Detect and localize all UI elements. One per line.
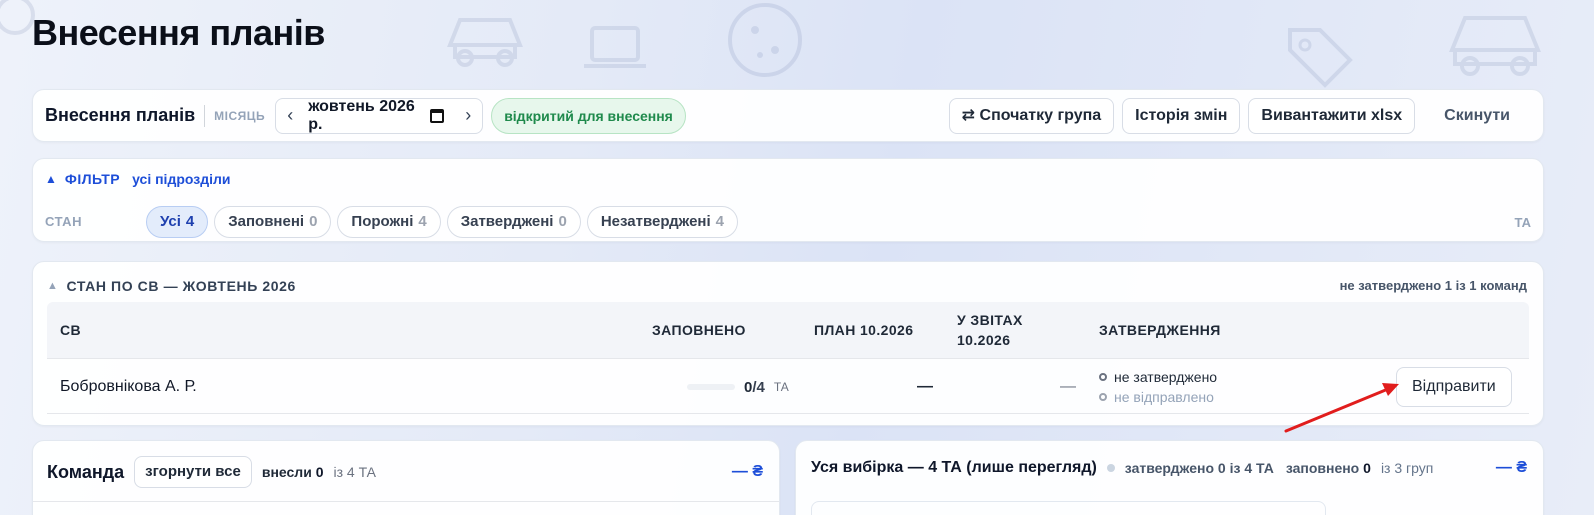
group-first-button[interactable]: ⇄ Спочатку група xyxy=(948,97,1115,134)
col-approval: ЗАТВЕРДЖЕННЯ xyxy=(1099,322,1221,338)
laptop-icon xyxy=(584,26,646,68)
chip-label: Порожні xyxy=(351,213,414,230)
approved-stat: затверджено 0 із 4 ТА xyxy=(1124,460,1274,476)
prev-month-button[interactable]: ‹ xyxy=(276,105,304,126)
page-title: Внесення планів xyxy=(32,12,325,53)
filter-scope[interactable]: усі підрозділи xyxy=(132,171,230,187)
chip-label: Усі xyxy=(160,213,181,230)
status-dot-icon xyxy=(1099,373,1107,381)
filter-header[interactable]: ▲ ФІЛЬТР усі підрозділи xyxy=(45,171,230,187)
team-title: Команда xyxy=(47,461,125,482)
state-label: СТАН xyxy=(45,214,82,229)
all-selection-sum: — ₴ xyxy=(1495,459,1527,476)
filled-label: заповнено xyxy=(1285,460,1360,476)
export-xlsx-button[interactable]: Вивантажити xlsx xyxy=(1248,97,1416,134)
col-filled: ЗАПОВНЕНО xyxy=(652,322,746,338)
team-header: Команда згорнути все внесли 0 із 4 ТА xyxy=(47,456,376,488)
state-chips: Усі 4 Заповнені 0 Порожні 4 Затверджені 0 Не… xyxy=(146,206,738,238)
collapse-triangle-icon[interactable]: ▲ xyxy=(45,172,57,186)
chip-label: Незатверджені xyxy=(600,213,711,230)
entered-stat: внесли 0 xyxy=(262,464,324,480)
col-sv: СВ xyxy=(60,322,82,338)
car-icon xyxy=(1449,16,1541,76)
collapse-all-button[interactable]: згорнути все xyxy=(134,456,252,488)
team-sum: — ₴ xyxy=(731,463,763,480)
filled-total: /4 xyxy=(752,378,765,396)
chip-unapproved[interactable]: Незатверджені 4 xyxy=(586,206,738,238)
chip-count: 4 xyxy=(185,213,195,230)
all-selection-header: Уся вибірка — 4 ТА (лише перегляд) затве… xyxy=(811,459,1433,477)
chip-label: Затверджені xyxy=(460,213,554,230)
table-header: СВ ЗАПОВНЕНО ПЛАН 10.2026 У ЗВІТАХ 10.20… xyxy=(47,302,1529,358)
filled-unit: ТА xyxy=(773,380,789,394)
send-status-text: не відправлено xyxy=(1114,389,1214,405)
col-plan: ПЛАН 10.2026 xyxy=(814,322,914,338)
month-label: МІСЯЦЬ xyxy=(214,108,266,123)
status-dot-icon xyxy=(1106,464,1115,472)
divider xyxy=(33,501,779,502)
chip-count: 0 xyxy=(558,213,567,230)
status-dot-icon xyxy=(1099,393,1107,401)
cookie-icon xyxy=(728,3,802,77)
month-input[interactable]: жовтень 2026 р. xyxy=(304,98,454,134)
send-button[interactable]: Відправити xyxy=(1396,367,1512,407)
chip-empty[interactable]: Порожні 4 xyxy=(337,206,441,238)
approval-status-text: не затверджено xyxy=(1114,369,1218,385)
month-status-badge: відкритий для внесення xyxy=(491,97,686,134)
month-value: жовтень 2026 р. xyxy=(308,97,415,133)
all-selection-title: Уся вибірка — 4 ТА (лише перегляд) xyxy=(811,459,1097,476)
filter-panel: ▲ ФІЛЬТР усі підрозділи СТАН Усі 4 Заповн… xyxy=(32,158,1544,242)
chip-count: 4 xyxy=(418,213,427,230)
groups-stat: із 3 груп xyxy=(1380,460,1434,476)
month-picker: ‹ жовтень 2026 р. › xyxy=(275,97,484,134)
toolbar-actions: ⇄ Спочатку група Історія змін Вивантажит… xyxy=(948,97,1531,134)
entered-label: внесли xyxy=(261,464,312,480)
plans-toolbar: Внесення планів МІСЯЦЬ ‹ жовтень 2026 р.… xyxy=(32,89,1544,142)
filled-stat: заповнено 0 xyxy=(1286,460,1371,476)
ta-label: ТА xyxy=(1514,215,1531,230)
team-card: Команда згорнути все внесли 0 із 4 ТА — … xyxy=(32,440,780,515)
filter-label: ФІЛЬТР xyxy=(64,171,121,187)
red-arrow-annotation xyxy=(1284,383,1399,433)
all-selection-card: Уся вибірка — 4 ТА (лише перегляд) затве… xyxy=(795,440,1544,515)
filled-cell: 0 /4 ТА xyxy=(687,359,789,415)
chip-count: 0 xyxy=(309,213,318,230)
entered-count: 0 xyxy=(315,464,324,480)
approval-cell: не затверджено не відправлено xyxy=(1099,359,1217,415)
toolbar-divider xyxy=(204,104,206,127)
search-box[interactable] xyxy=(811,501,1326,515)
collapse-triangle-icon[interactable]: ▲ xyxy=(47,280,59,292)
reports-cell: — xyxy=(1060,378,1076,395)
chip-filled[interactable]: Заповнені 0 xyxy=(214,206,332,238)
filled-done: 0 xyxy=(744,378,753,396)
plan-cell: — xyxy=(917,378,933,395)
sv-status-header[interactable]: ▲ СТАН ПО СВ — ЖОВТЕНЬ 2026 xyxy=(47,278,296,294)
sv-status-title: СТАН ПО СВ — ЖОВТЕНЬ 2026 xyxy=(66,278,296,294)
action-cell: Відправити xyxy=(1396,359,1512,415)
chip-approved[interactable]: Затверджені 0 xyxy=(446,206,581,238)
next-month-button[interactable]: › xyxy=(454,105,482,126)
approval-status: не затверджено xyxy=(1099,369,1217,385)
entered-of: із 4 ТА xyxy=(333,464,377,480)
filled-count: 0 xyxy=(1363,460,1371,476)
reset-button[interactable]: Скинути xyxy=(1423,98,1531,134)
chip-label: Заповнені xyxy=(228,213,305,230)
toolbar-title: Внесення планів xyxy=(45,105,196,125)
sv-name: Бобровнікова А. Р. xyxy=(60,378,197,395)
col-reports: У ЗВІТАХ 10.2026 xyxy=(957,312,1023,348)
sv-status-summary: не затверджено 1 із 1 команд xyxy=(1339,278,1527,293)
car-icon xyxy=(447,18,523,67)
chip-count: 4 xyxy=(715,213,724,230)
chip-all[interactable]: Усі 4 xyxy=(146,206,209,238)
fill-progress-bar xyxy=(687,384,735,390)
calendar-icon[interactable] xyxy=(430,108,445,123)
send-status: не відправлено xyxy=(1099,389,1214,405)
tag-icon xyxy=(1288,28,1353,88)
history-button[interactable]: Історія змін xyxy=(1122,97,1241,134)
